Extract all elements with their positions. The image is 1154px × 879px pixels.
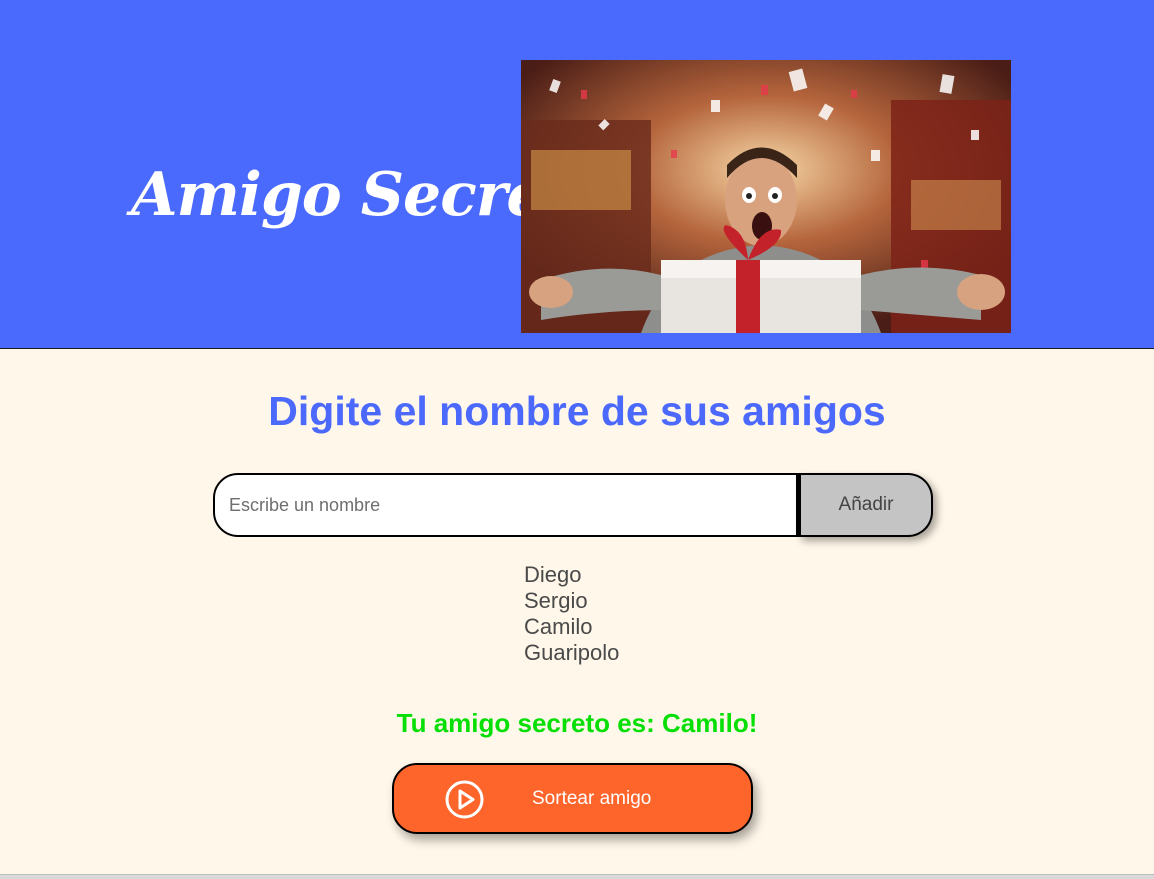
add-button[interactable]: Añadir [798, 473, 933, 537]
list-item: Guaripolo [524, 640, 620, 665]
bottom-divider [0, 874, 1154, 879]
add-friend-form: Añadir [213, 473, 933, 537]
header-banner: Amigo Secreto [0, 0, 1154, 349]
friend-list: Diego Sergio Camilo Guaripolo [524, 562, 619, 666]
main-heading: Digite el nombre de sus amigos [268, 388, 886, 434]
draw-button-label: Sortear amigo [532, 788, 652, 809]
friend-name-input[interactable] [213, 473, 798, 537]
list-item: Camilo [524, 614, 593, 639]
list-item: Diego [524, 562, 582, 587]
draw-result: Tu amigo secreto es: Camilo! [396, 708, 758, 738]
hero-image [521, 60, 1011, 333]
play-circle-icon [444, 779, 485, 820]
draw-friend-button[interactable]: Sortear amigo [392, 763, 753, 834]
list-item: Sergio [524, 588, 588, 613]
